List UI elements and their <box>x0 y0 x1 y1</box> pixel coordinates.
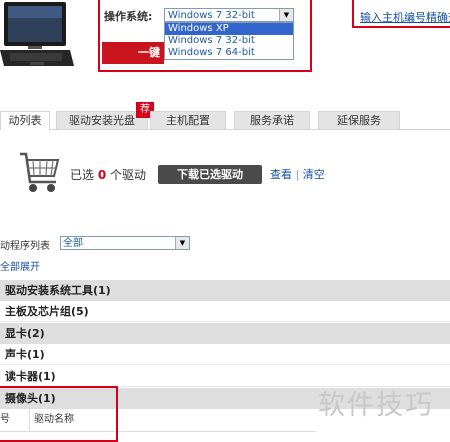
os-dropdown-list: Windows XP Windows 7 32-bit Windows 7 64… <box>164 22 294 60</box>
dropdown-arrow-icon[interactable]: ▼ <box>279 9 293 21</box>
tab-warranty[interactable]: 延保服务 <box>318 111 400 129</box>
view-link[interactable]: 查看 <box>270 168 292 181</box>
tab-service[interactable]: 服务承诺 <box>234 111 310 129</box>
driver-list-label: 动程序列表 <box>0 241 50 252</box>
selected-count-text: 已选 0 个驱动 <box>70 166 146 183</box>
selected-count: 0 <box>97 168 107 182</box>
tab-driver-disc[interactable]: 驱动安装光盘 <box>56 111 148 129</box>
link-separator: | <box>295 168 300 181</box>
selected-suffix: 个驱动 <box>110 168 147 182</box>
os-select[interactable]: Windows 7 32-bit ▼ <box>164 8 294 22</box>
category-row-graphics[interactable]: 显卡(2) <box>0 323 450 344</box>
watermark-text: 软件技巧 <box>318 390 434 421</box>
download-selected-button[interactable]: 下载已选驱动 <box>158 165 262 184</box>
laptop-image <box>0 2 74 66</box>
tab-host-config[interactable]: 主机配置 <box>150 111 226 129</box>
category-row-audio[interactable]: 声卡(1) <box>0 344 450 365</box>
os-option-xp[interactable]: Windows XP <box>165 23 293 35</box>
tab-driver-list[interactable]: 动列表 <box>0 111 50 130</box>
category-row-chipset[interactable]: 主板及芯片组(5) <box>0 301 450 322</box>
os-option-win7-32[interactable]: Windows 7 32-bit <box>165 35 293 47</box>
driver-filter-select[interactable]: 全部 ▼ <box>60 236 190 250</box>
selected-prefix: 已选 <box>70 168 95 182</box>
os-label: 操作系统: <box>104 10 153 23</box>
tab-divider <box>0 129 450 130</box>
driver-filter-value: 全部 <box>63 238 83 249</box>
serial-number-link[interactable]: 输入主机编号精确查 <box>360 9 450 25</box>
clear-link[interactable]: 清空 <box>303 168 325 181</box>
filter-dropdown-arrow-icon[interactable]: ▼ <box>175 237 189 249</box>
os-select-value: Windows 7 32-bit <box>168 10 255 21</box>
expand-all-link[interactable]: 全部展开 <box>0 258 40 273</box>
one-click-button[interactable]: 一键 <box>102 42 164 64</box>
category-row-tools[interactable]: 驱动安装系统工具(1) <box>0 280 450 301</box>
shopping-cart-icon <box>20 152 60 192</box>
cart-links: 查看 | 清空 <box>270 166 325 182</box>
os-option-win7-64[interactable]: Windows 7 64-bit <box>165 47 293 59</box>
